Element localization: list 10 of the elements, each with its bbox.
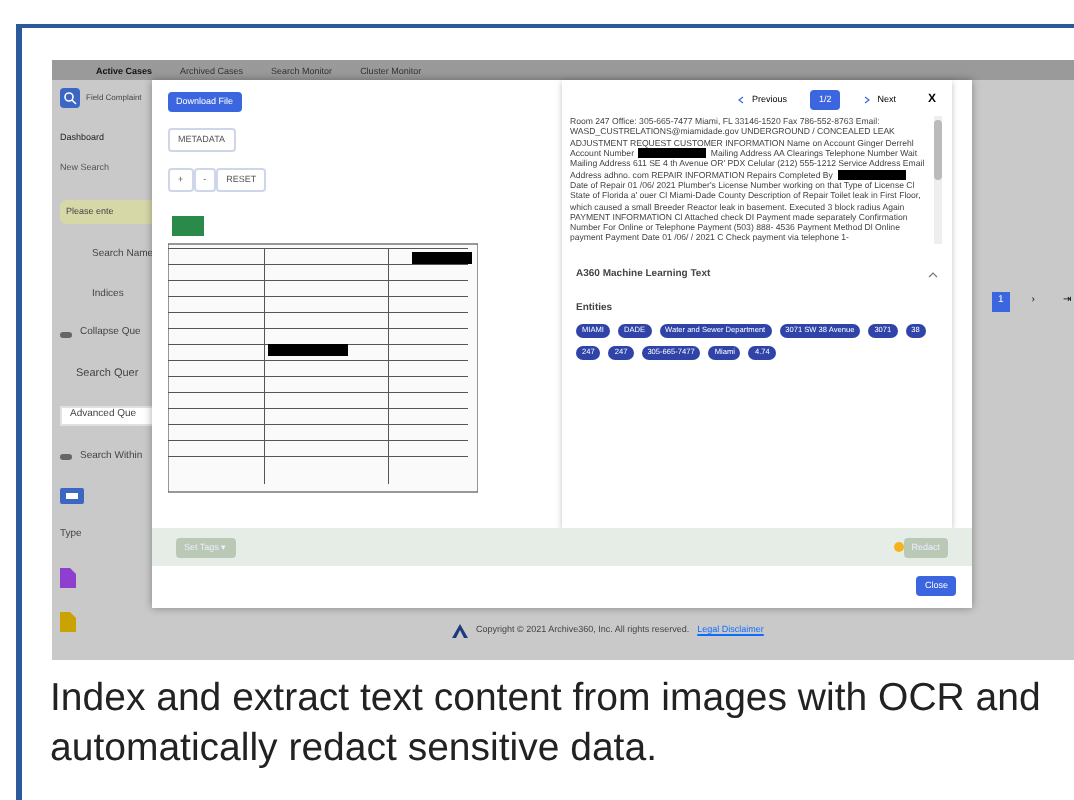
logo-icon	[452, 624, 468, 638]
chevron-icon	[863, 96, 870, 104]
toggle-icon	[60, 331, 72, 337]
dot-icon	[893, 542, 904, 552]
search-icon	[60, 88, 80, 108]
scrollbar[interactable]	[934, 116, 942, 244]
filter-button-icon	[60, 488, 84, 504]
chevron-icon	[737, 96, 744, 104]
toggle-icon	[60, 453, 72, 460]
caption-text: Index and extract text content from images with OCR and automatically redact sensitive data.	[50, 674, 1043, 774]
